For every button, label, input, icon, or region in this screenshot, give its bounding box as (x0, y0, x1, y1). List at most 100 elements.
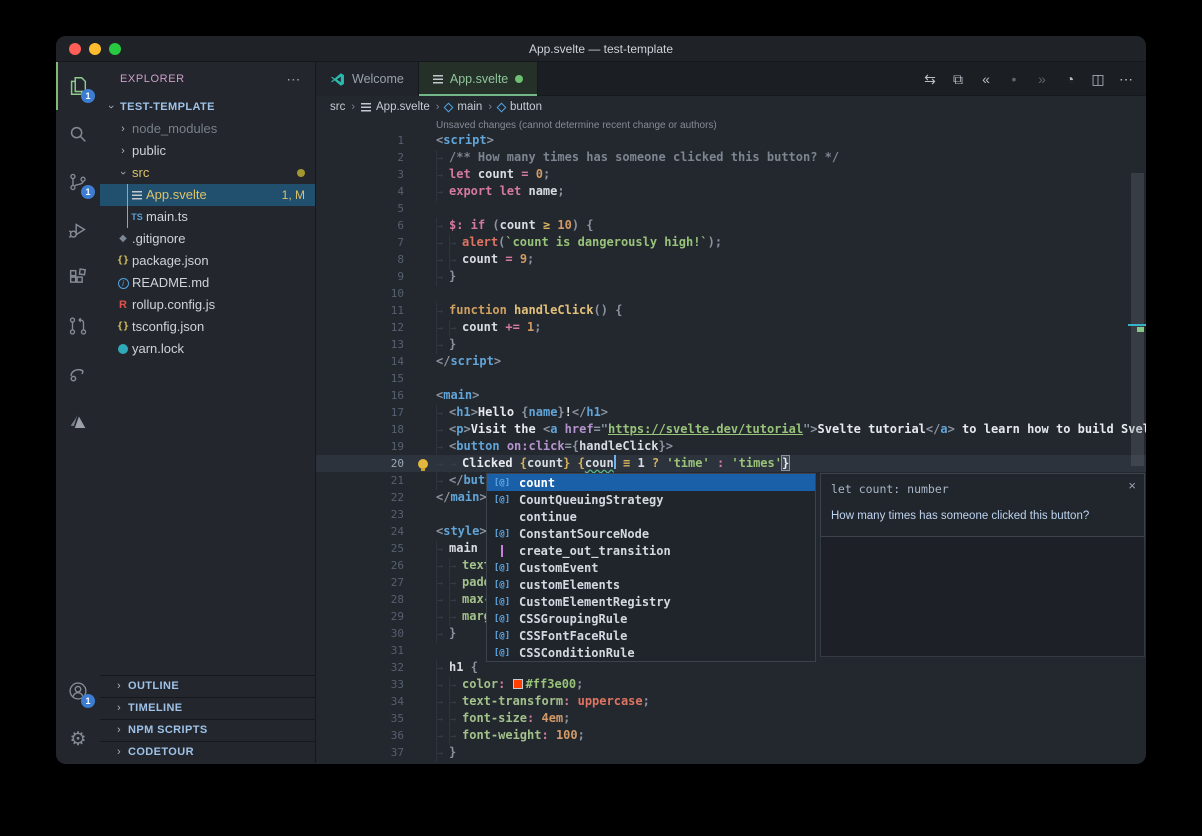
split-editor-button[interactable]: ◫ (1086, 71, 1110, 88)
code-line-13[interactable]: 13→} (316, 336, 1146, 353)
suggestion-item-customelementregistry[interactable]: [@]CustomElementRegistry (487, 593, 815, 610)
tree-item-yarn-lock[interactable]: yarn.lock (100, 338, 315, 360)
suggestion-item-customevent[interactable]: [@]CustomEvent (487, 559, 815, 576)
code-line-20[interactable]: 20→→Clicked {count} {coun ≡ 1 ? 'time' :… (316, 455, 1146, 472)
code-line-11[interactable]: 11→function handleClick() { (316, 302, 1146, 319)
suggestion-item-customelements[interactable]: [@]customElements (487, 576, 815, 593)
more-actions-button[interactable]: ⋯ (1114, 71, 1138, 88)
code-line-5[interactable]: 5 (316, 200, 1146, 217)
code-line-33[interactable]: 33→→color: #ff3e00; (316, 676, 1146, 693)
suggestion-item-continue[interactable]: continue (487, 508, 815, 525)
activitybar-azure[interactable] (56, 398, 100, 446)
code-line-36[interactable]: 36→→font-weight: 100; (316, 727, 1146, 744)
tree-item-main-ts[interactable]: TSmain.ts (100, 206, 315, 228)
tree-item-package-json[interactable]: {}package.json (100, 250, 315, 272)
workspace-section-header[interactable]: › TEST-TEMPLATE (100, 96, 315, 118)
rollup-icon: R (114, 294, 132, 316)
activitybar-search[interactable] (56, 110, 100, 158)
line-content: <style> (436, 523, 487, 540)
breadcrumb-item-button[interactable]: button (498, 101, 542, 113)
code-line-17[interactable]: 17→<h1>Hello {name}!</h1> (316, 404, 1146, 421)
activitybar-extensions[interactable] (56, 254, 100, 302)
symbol-variable-icon: [@] (491, 529, 513, 539)
window-title: App.svelte — test-template (56, 36, 1146, 62)
code-line-4[interactable]: 4→export let name; (316, 183, 1146, 200)
activitybar-source-control[interactable]: 1 (56, 158, 100, 206)
more-actions-icon[interactable]: ⋯ (286, 62, 301, 96)
code-line-37[interactable]: 37→} (316, 744, 1146, 761)
breadcrumb-item-src[interactable]: src (330, 101, 345, 113)
code-area[interactable]: Unsaved changes (cannot determine recent… (316, 118, 1146, 763)
code-line-8[interactable]: 8→→count = 9; (316, 251, 1146, 268)
line-content: →$: if (count ≥ 10) { (436, 217, 594, 235)
code-line-6[interactable]: 6→$: if (count ≥ 10) { (316, 217, 1146, 234)
line-number: 7 (316, 234, 404, 251)
code-line-12[interactable]: 12→→count += 1; (316, 319, 1146, 336)
breadcrumb-item-main[interactable]: main (445, 101, 482, 113)
code-line-18[interactable]: 18→<p>Visit the <a href="https://svelte.… (316, 421, 1146, 438)
scrollbar[interactable] (1131, 173, 1144, 466)
suggestion-item-cssfontfacerule[interactable]: [@]CSSFontFaceRule (487, 627, 815, 644)
code-line-19[interactable]: 19→<button on:click={handleClick}> (316, 438, 1146, 455)
previous-change-button[interactable]: « (974, 71, 998, 87)
line-number: 20 (316, 455, 404, 472)
activitybar-run-debug[interactable] (56, 206, 100, 254)
tree-item-app-svelte[interactable]: App.svelte1, M (100, 184, 315, 206)
panel-codetour[interactable]: ›CODETOUR (100, 741, 315, 763)
run-action-button[interactable]: ◔ (1058, 71, 1082, 87)
code-line-3[interactable]: 3→let count = 0; (316, 166, 1146, 183)
live-share-icon (67, 363, 89, 385)
code-line-34[interactable]: 34→→text-transform: uppercase; (316, 693, 1146, 710)
tree-item-rollup-config-js[interactable]: Rrollup.config.js (100, 294, 315, 316)
activitybar-github-pr[interactable] (56, 302, 100, 350)
suggestion-item-create_out_transition[interactable]: create_out_transition (487, 542, 815, 559)
activitybar-explorer[interactable]: 1 (56, 62, 100, 110)
code-line-35[interactable]: 35→→font-size: 4em; (316, 710, 1146, 727)
suggestion-item-constantsourcenode[interactable]: [@]ConstantSourceNode (487, 525, 815, 542)
suggestion-item-cssconditionrule[interactable]: [@]CSSConditionRule (487, 644, 815, 661)
line-number: 9 (316, 268, 404, 285)
code-line-7[interactable]: 7→→alert(`count is dangerously high!`); (316, 234, 1146, 251)
tab-welcome[interactable]: Welcome (316, 62, 419, 96)
suggestion-label: CSSFontFaceRule (519, 629, 627, 643)
code-line-14[interactable]: 14</script> (316, 353, 1146, 370)
activity-bar: 1 1 (56, 62, 100, 763)
activitybar-live-share[interactable] (56, 350, 100, 398)
code-line-10[interactable]: 10 (316, 285, 1146, 302)
tree-item-readme-md[interactable]: iREADME.md (100, 272, 315, 294)
tree-item-src[interactable]: ›src (100, 162, 315, 184)
close-icon[interactable]: × (1128, 478, 1136, 493)
chevron-right-icon: › (114, 676, 124, 697)
tree-item-node-modules[interactable]: ›node_modules (100, 118, 315, 140)
line-number: 27 (316, 574, 404, 591)
lightbulb-icon[interactable] (418, 459, 428, 469)
code-line-16[interactable]: 16<main> (316, 387, 1146, 404)
suggestion-item-countqueuingstrategy[interactable]: [@]CountQueuingStrategy (487, 491, 815, 508)
code-line-15[interactable]: 15 (316, 370, 1146, 387)
suggestion-item-cssgroupingrule[interactable]: [@]CSSGroupingRule (487, 610, 815, 627)
code-line-9[interactable]: 9→} (316, 268, 1146, 285)
symbol-variable-icon: [@] (491, 478, 513, 488)
suggestion-item-count[interactable]: [@]count (487, 474, 815, 491)
color-swatch[interactable] (513, 679, 523, 689)
code-line-1[interactable]: 1<script> (316, 132, 1146, 149)
line-content: →<h1>Hello {name}!</h1> (436, 404, 608, 422)
breadcrumb-item-app-svelte[interactable]: App.svelte (361, 101, 430, 113)
code-line-2[interactable]: 2→/** How many times has someone clicked… (316, 149, 1146, 166)
activitybar-settings[interactable]: ⚙ (56, 715, 100, 763)
codelens-text[interactable]: Unsaved changes (cannot determine recent… (436, 120, 717, 131)
panel-outline[interactable]: ›OUTLINE (100, 675, 315, 697)
pull-request-icon (67, 315, 89, 337)
activitybar-accounts[interactable]: 1 (56, 667, 100, 715)
tree-item--gitignore[interactable]: ◆.gitignore (100, 228, 315, 250)
overview-ruler-cursor-marker (1128, 324, 1146, 326)
tab-app-svelte[interactable]: App.svelte (419, 62, 538, 96)
panel-timeline[interactable]: ›TIMELINE (100, 697, 315, 719)
tree-item-tsconfig-json[interactable]: {}tsconfig.json (100, 316, 315, 338)
open-changes-button[interactable]: ⇆ (918, 71, 942, 88)
tree-item-public[interactable]: ›public (100, 140, 315, 162)
current-change-button[interactable]: • (1002, 71, 1026, 87)
panel-npm-scripts[interactable]: ›NPM SCRIPTS (100, 719, 315, 741)
next-change-button[interactable]: » (1030, 71, 1054, 87)
open-preview-side-button[interactable]: ⧉ (946, 71, 970, 88)
